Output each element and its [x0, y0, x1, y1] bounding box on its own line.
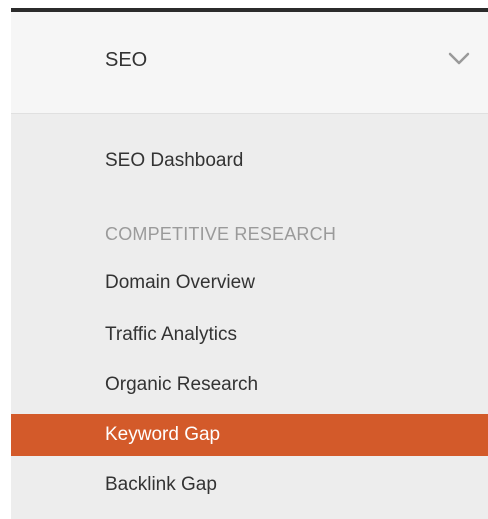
- menu-item-label: Domain Overview: [105, 272, 255, 293]
- menu-item-backlink-gap[interactable]: Backlink Gap: [11, 464, 488, 506]
- section-label-competitive-research: COMPETITIVE RESEARCH: [105, 224, 337, 244]
- menu-item-domain-overview[interactable]: Domain Overview: [11, 262, 488, 304]
- seo-nav-panel: SEO SEO Dashboard COMPETITIVE RESEARCH D…: [11, 8, 488, 519]
- menu-item-label: Organic Research: [105, 374, 259, 395]
- chevron-down-icon[interactable]: [448, 52, 470, 66]
- seo-menu-header[interactable]: SEO: [11, 12, 488, 114]
- menu-item-seo-dashboard[interactable]: SEO Dashboard: [11, 140, 488, 182]
- menu-item-label: SEO Dashboard: [105, 150, 244, 171]
- menu-item-label: Keyword Gap: [105, 424, 221, 445]
- seo-menu-title: SEO: [105, 49, 148, 71]
- menu-item-traffic-analytics[interactable]: Traffic Analytics: [11, 314, 488, 356]
- menu-item-organic-research[interactable]: Organic Research: [11, 364, 488, 406]
- menu-item-keyword-gap[interactable]: Keyword Gap: [11, 414, 488, 456]
- menu-item-label: Backlink Gap: [105, 474, 217, 495]
- menu-item-label: Traffic Analytics: [105, 324, 237, 345]
